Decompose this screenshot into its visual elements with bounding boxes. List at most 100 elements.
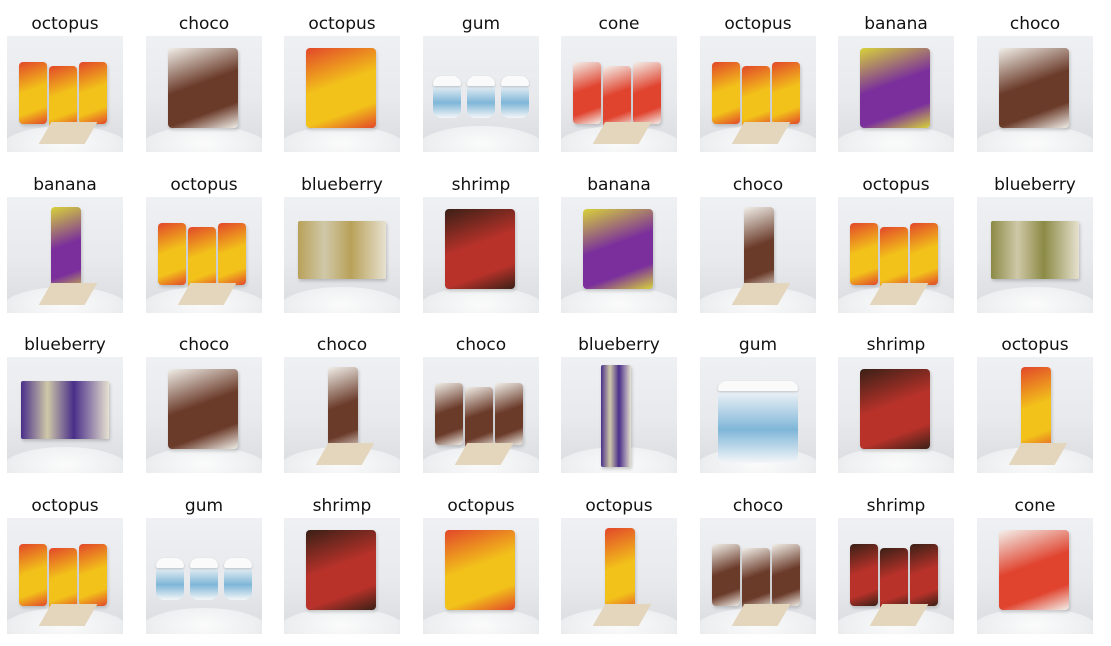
- product-photo-icon: [838, 518, 954, 634]
- grid-cell: banana: [561, 174, 677, 314]
- grid-cell: octopus: [700, 13, 816, 153]
- product-package: [712, 62, 740, 124]
- product-package: [744, 207, 774, 293]
- turntable: [977, 287, 1093, 313]
- product-package: [573, 62, 601, 124]
- turntable: [146, 608, 262, 634]
- product-photo-icon: [977, 36, 1093, 152]
- grid-cell: shrimp: [838, 334, 954, 474]
- product-photo-icon: [7, 357, 123, 473]
- product-photo-icon: [700, 36, 816, 152]
- product-package: [49, 548, 77, 610]
- product-photo-icon: [284, 36, 400, 152]
- product-photo-icon: [7, 518, 123, 634]
- image-label: blueberry: [24, 335, 106, 355]
- image-label: octopus: [31, 14, 99, 34]
- turntable: [977, 126, 1093, 152]
- product-package: [445, 209, 515, 289]
- product-package: [51, 207, 81, 293]
- grid-cell: gum: [700, 334, 816, 474]
- grid-cell: cone: [561, 13, 677, 153]
- image-label: choco: [732, 175, 784, 195]
- image-label: blueberry: [578, 335, 660, 355]
- product-package: [772, 62, 800, 124]
- product-photo-icon: [700, 357, 816, 473]
- image-label: octopus: [585, 496, 653, 516]
- product-lid: [224, 558, 252, 568]
- image-label: banana: [864, 14, 928, 34]
- turntable: [423, 126, 539, 152]
- product-package: [583, 209, 653, 289]
- grid-cell: octopus: [7, 13, 123, 153]
- image-label: banana: [587, 175, 651, 195]
- turntable: [284, 608, 400, 634]
- product-package: [79, 544, 107, 606]
- grid-cell: gum: [423, 13, 539, 153]
- grid-cell: choco: [146, 334, 262, 474]
- product-package: [603, 66, 631, 128]
- product-package: [880, 548, 908, 610]
- product-lid: [501, 76, 529, 86]
- image-label: blueberry: [994, 175, 1076, 195]
- product-package: [991, 221, 1079, 279]
- product-package: [433, 84, 461, 118]
- image-label: shrimp: [866, 335, 926, 355]
- product-photo-icon: [423, 357, 539, 473]
- image-label: blueberry: [301, 175, 383, 195]
- product-package: [328, 367, 358, 453]
- product-package: [601, 365, 631, 467]
- grid-cell: gum: [146, 495, 262, 635]
- product-package: [742, 66, 770, 128]
- product-package: [188, 227, 216, 289]
- image-label: octopus: [1001, 335, 1069, 355]
- turntable: [284, 126, 400, 152]
- product-package: [495, 383, 523, 445]
- product-package: [306, 530, 376, 610]
- turntable: [423, 287, 539, 313]
- product-lid: [718, 381, 798, 391]
- product-photo-icon: [561, 518, 677, 634]
- grid-cell: octopus: [284, 13, 400, 153]
- grid-cell: choco: [284, 334, 400, 474]
- product-photo-icon: [146, 357, 262, 473]
- product-lid: [190, 558, 218, 568]
- product-package: [298, 221, 386, 279]
- image-grid: octopus choco octopus gum cone octopus banana c…: [0, 0, 1111, 646]
- image-label: octopus: [447, 496, 515, 516]
- image-label: octopus: [308, 14, 376, 34]
- product-photo-icon: [977, 197, 1093, 313]
- product-package: [467, 84, 495, 118]
- product-package: [860, 369, 930, 449]
- product-package: [718, 389, 798, 463]
- product-package: [999, 530, 1069, 610]
- product-photo-icon: [146, 197, 262, 313]
- turntable: [423, 608, 539, 634]
- product-package: [19, 62, 47, 124]
- product-package: [156, 566, 184, 600]
- image-label: cone: [598, 14, 640, 34]
- image-label: choco: [316, 335, 368, 355]
- image-label: choco: [178, 14, 230, 34]
- image-label: shrimp: [451, 175, 511, 195]
- product-photo-icon: [284, 518, 400, 634]
- product-package: [742, 548, 770, 610]
- product-photo-icon: [284, 357, 400, 473]
- product-photo-icon: [284, 197, 400, 313]
- product-photo-icon: [423, 36, 539, 152]
- product-package: [880, 227, 908, 289]
- product-lid: [433, 76, 461, 86]
- grid-cell: octopus: [561, 495, 677, 635]
- product-package: [850, 223, 878, 285]
- product-package: [712, 544, 740, 606]
- grid-cell: choco: [146, 13, 262, 153]
- product-photo-icon: [561, 197, 677, 313]
- product-package: [910, 223, 938, 285]
- grid-cell: shrimp: [284, 495, 400, 635]
- grid-cell: octopus: [423, 495, 539, 635]
- product-package: [501, 84, 529, 118]
- image-label: choco: [178, 335, 230, 355]
- turntable: [146, 126, 262, 152]
- turntable: [838, 126, 954, 152]
- product-package: [19, 544, 47, 606]
- turntable: [284, 287, 400, 313]
